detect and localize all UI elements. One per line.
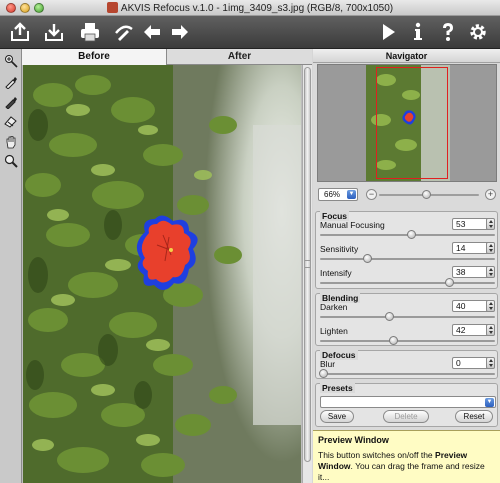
settings-panel: Navigator 66% ▼ − + Focus Manual Focusing… [313,49,500,483]
lighten-stepper[interactable] [486,324,495,336]
presets-group-title: Presets [320,383,355,393]
zoom-value: 66% [324,190,341,199]
zoom-select[interactable]: 66% ▼ [318,188,358,201]
help-icon [443,23,453,41]
navigator-title: Navigator [313,49,500,63]
undo-icon [144,25,160,39]
tool-palette [0,49,22,483]
redo-icon [172,25,188,39]
photo-canvas[interactable] [23,65,301,483]
view-tabs: Before After [22,49,312,65]
zoom-slider-knob[interactable] [422,190,431,199]
help-button[interactable] [436,20,460,44]
lighten-label: Lighten [320,326,348,336]
hand-icon [6,136,16,149]
blur-stepper[interactable] [486,357,495,369]
brush-settings-button[interactable] [112,20,136,44]
scrollbar-grip [305,260,310,268]
main-toolbar [0,16,500,49]
info-button[interactable] [406,20,430,44]
intensify-label: Intensify [320,268,352,278]
preferences-icon [470,24,486,40]
darken-stepper[interactable] [486,300,495,312]
preferences-button[interactable] [466,20,490,44]
foliage-photo [23,65,301,483]
focus-group: Focus Manual Focusing 53 Sensitivity 14 … [315,211,498,289]
app-logo-icon [106,2,118,13]
delete-preset-button[interactable]: Delete [383,410,429,423]
info-icon [414,22,422,40]
hand-tool[interactable] [3,134,19,150]
background-brush-icon [5,77,17,89]
blur-knob[interactable] [319,369,328,378]
tab-before[interactable]: Before [22,49,167,65]
focus-brush-icon [5,55,18,68]
blur-label: Blur [320,359,336,369]
sensitivity-label: Sensitivity [320,244,359,254]
print-button[interactable] [78,20,102,44]
lighten-slider[interactable] [320,340,495,342]
manual-focusing-stepper[interactable] [486,218,495,230]
open-icon [11,22,29,41]
lighten-knob[interactable] [389,336,398,345]
brush-settings-icon [115,25,133,41]
background-brush-tool[interactable] [3,74,19,90]
darken-knob[interactable] [385,312,394,321]
sensitivity-knob[interactable] [363,254,372,263]
manual-focusing-knob[interactable] [407,230,416,239]
run-button[interactable] [376,20,400,44]
presets-group: Presets ▼ Save Delete Reset [315,383,498,427]
eraser-tool[interactable] [3,113,19,129]
navigator-viewport-frame[interactable] [376,67,448,179]
blur-slider[interactable] [320,373,495,375]
blending-group: Blending Darken 40 Lighten 42 [315,293,498,346]
help-title: Preview Window [318,435,389,445]
focus-brush-tool[interactable] [3,53,19,69]
contour-brush-tool[interactable] [3,94,19,110]
zoom-out-button[interactable]: − [366,189,377,200]
title-bar: AKVIS Refocus v.1.0 - 1img_3409_s3.jpg (… [0,0,500,16]
sensitivity-stepper[interactable] [486,242,495,254]
intensify-slider[interactable] [320,282,495,284]
save-preset-button[interactable]: Save [320,410,354,423]
darken-slider[interactable] [320,316,495,318]
vertical-scrollbar[interactable] [302,65,312,483]
window-title: AKVIS Refocus v.1.0 - 1img_3409_s3.jpg (… [120,3,394,14]
chevron-down-icon: ▼ [347,190,356,199]
contour-brush-icon [5,97,17,109]
help-text: This button switches on/off the Preview … [318,450,485,482]
tab-after[interactable]: After [167,49,312,65]
open-button[interactable] [8,20,32,44]
zoom-tool[interactable] [3,153,19,169]
print-icon [81,23,99,42]
image-window: Before After [22,49,312,483]
eraser-icon [4,116,17,128]
chevron-down-icon: ▼ [485,398,494,407]
undo-button[interactable] [140,20,164,44]
zoom-row: 66% ▼ − + [317,188,497,202]
help-panel: Preview Window This button switches on/o… [313,430,500,483]
sensitivity-slider[interactable] [320,258,495,260]
presets-select[interactable]: ▼ [320,396,496,408]
intensify-knob[interactable] [445,278,454,287]
save-button[interactable] [42,20,66,44]
zoom-in-button[interactable]: + [485,189,496,200]
defocus-group: Defocus Blur 0 [315,350,498,379]
run-icon [383,24,395,40]
reset-preset-button[interactable]: Reset [455,410,493,423]
manual-focusing-label: Manual Focusing [320,220,385,230]
darken-label: Darken [320,302,348,312]
zoom-icon [4,154,18,168]
redo-button[interactable] [168,20,192,44]
intensify-stepper[interactable] [486,266,495,278]
save-icon [45,24,63,41]
navigator-preview[interactable] [317,64,497,182]
